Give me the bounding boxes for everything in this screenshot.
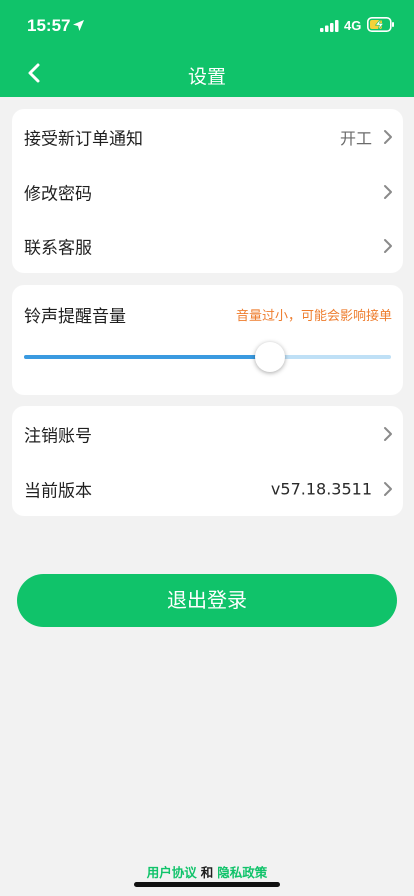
change-password-row[interactable]: 修改密码 bbox=[12, 164, 403, 219]
chevron-right-icon bbox=[384, 129, 392, 144]
delete-account-label: 注销账号 bbox=[24, 426, 92, 446]
settings-card-account: 注销账号 当前版本 v57.18.3511 bbox=[12, 406, 403, 516]
contact-support-row[interactable]: 联系客服 bbox=[12, 218, 403, 273]
logout-button[interactable]: 退出登录 bbox=[17, 574, 397, 627]
status-bar: 15:57 4G bbox=[0, 0, 414, 50]
current-version-row[interactable]: 当前版本 v57.18.3511 bbox=[12, 461, 403, 516]
battery-charging-icon bbox=[367, 17, 394, 32]
settings-card-general: 接受新订单通知 开工 修改密码 联系客服 bbox=[12, 109, 403, 273]
chevron-right-icon bbox=[384, 481, 392, 496]
footer-and-text: 和 bbox=[200, 865, 214, 880]
new-order-notification-value: 开工 bbox=[339, 128, 372, 148]
delete-account-row[interactable]: 注销账号 bbox=[12, 406, 403, 461]
slider-fill bbox=[24, 355, 270, 359]
signal-bars-icon bbox=[320, 20, 339, 32]
page-title: 设置 bbox=[187, 66, 226, 88]
contact-support-label: 联系客服 bbox=[24, 238, 92, 258]
user-agreement-link[interactable]: 用户协议 bbox=[147, 865, 197, 880]
chevron-right-icon bbox=[384, 426, 392, 441]
privacy-policy-link[interactable]: 隐私政策 bbox=[217, 865, 267, 880]
slider-thumb[interactable] bbox=[254, 342, 285, 372]
current-version-value: v57.18.3511 bbox=[270, 479, 372, 498]
volume-card: 铃声提醒音量 音量过小，可能会影响接单 bbox=[12, 285, 403, 395]
volume-warning-text: 音量过小，可能会影响接单 bbox=[235, 309, 392, 324]
new-order-notification-label: 接受新订单通知 bbox=[24, 129, 143, 149]
app-header: 15:57 4G 设置 bbox=[0, 0, 414, 97]
chevron-right-icon bbox=[384, 238, 392, 253]
home-indicator bbox=[134, 882, 280, 887]
new-order-notification-row[interactable]: 接受新订单通知 开工 bbox=[12, 109, 403, 164]
network-type: 4G bbox=[344, 18, 362, 33]
location-arrow-icon bbox=[73, 20, 84, 31]
current-version-label: 当前版本 bbox=[24, 481, 92, 501]
ringtone-volume-slider[interactable] bbox=[24, 342, 391, 372]
ringtone-volume-label: 铃声提醒音量 bbox=[24, 307, 126, 327]
footer-links: 用户协议和隐私政策 bbox=[0, 862, 414, 881]
status-time: 15:57 bbox=[27, 16, 71, 35]
change-password-label: 修改密码 bbox=[24, 184, 92, 204]
chevron-right-icon bbox=[384, 184, 392, 199]
